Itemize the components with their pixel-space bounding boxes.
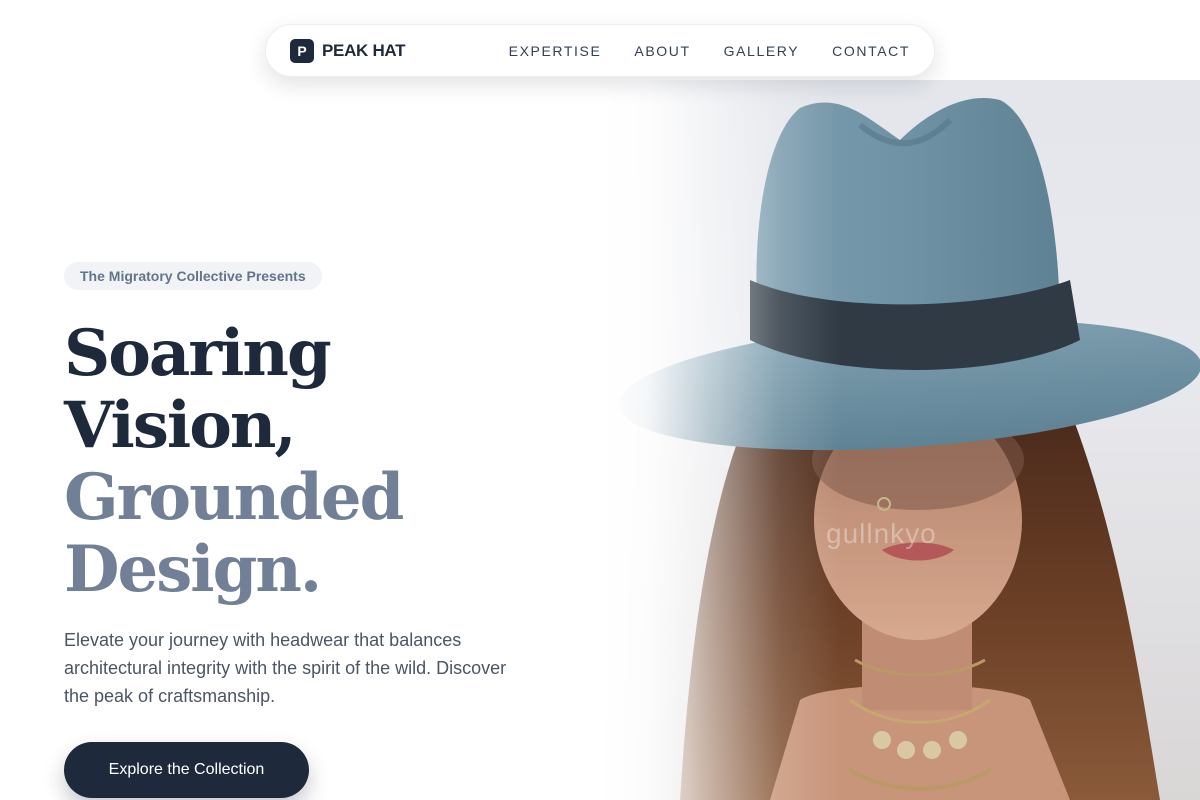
brand-mark-icon: P bbox=[290, 38, 314, 63]
headline-line-4: Design. bbox=[64, 532, 322, 607]
eyebrow-badge: The Migratory Collective Presents bbox=[64, 262, 322, 290]
hero-image: gullnkyo bbox=[600, 80, 1200, 800]
model-in-fedora-illustration bbox=[618, 98, 1200, 800]
headline-line-2: Vision, bbox=[64, 388, 297, 463]
headline-line-1: Soaring bbox=[64, 316, 332, 391]
top-navigation: P PEAK HAT EXPERTISE ABOUT GALLERY CONTA… bbox=[265, 24, 935, 77]
hero-description: Elevate your journey with headwear that … bbox=[64, 630, 507, 706]
nav-link-contact[interactable]: CONTACT bbox=[832, 43, 910, 59]
nav-link-gallery[interactable]: GALLERY bbox=[724, 43, 800, 59]
nav-link-expertise[interactable]: EXPERTISE bbox=[509, 43, 602, 59]
hero-headline: Soaring Vision, Grounded Design. bbox=[64, 316, 404, 607]
nav-link-about[interactable]: ABOUT bbox=[634, 43, 690, 59]
brand-name: PEAK HAT bbox=[322, 40, 406, 60]
explore-collection-button[interactable]: Explore the Collection bbox=[64, 742, 309, 798]
headline-line-3: Grounded bbox=[64, 460, 404, 535]
image-watermark: gullnkyo bbox=[826, 518, 937, 549]
brand-logo[interactable]: P PEAK HAT bbox=[290, 38, 406, 63]
nav-links: EXPERTISE ABOUT GALLERY CONTACT bbox=[509, 43, 910, 59]
